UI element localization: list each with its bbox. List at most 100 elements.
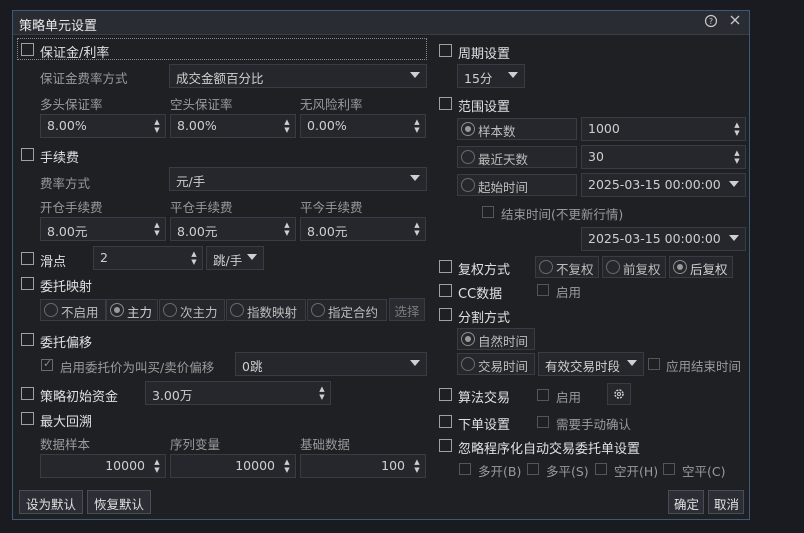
initial-capital-checkbox[interactable]	[21, 387, 34, 400]
order-map-option-1[interactable]: 主力	[106, 299, 158, 321]
order-map-option-4[interactable]: 指定合约	[307, 299, 387, 321]
ignore-option-3-checkbox[interactable]	[663, 463, 675, 475]
ignore-option-0-checkbox[interactable]	[459, 463, 471, 475]
range-days-radio[interactable]: 最近天数	[457, 146, 577, 168]
short-margin-value: 8.00%	[177, 118, 217, 133]
order-setting-checkbox[interactable]	[439, 415, 452, 428]
adjust-checkbox[interactable]	[439, 260, 452, 273]
ignore-checkbox[interactable]	[439, 439, 452, 452]
margin-method-select[interactable]: 成交金额百分比	[169, 64, 427, 88]
closetoday-fee-input[interactable]: 8.00元 ▲ ▼	[300, 217, 426, 241]
radio-icon	[461, 122, 475, 136]
cc-enable-checkbox[interactable]	[537, 284, 549, 296]
radio-icon	[539, 260, 553, 274]
set-default-button[interactable]: 设为默认	[19, 490, 83, 514]
margin-section-title: 保证金/利率	[40, 46, 110, 61]
algo-enable-checkbox[interactable]	[537, 389, 549, 401]
spinner-icon[interactable]: ▲ ▼	[153, 118, 161, 134]
order-offset-checkbox[interactable]	[21, 333, 34, 346]
range-samples-input[interactable]: 1000 ▲ ▼	[581, 117, 746, 141]
fee-checkbox[interactable]	[21, 148, 34, 161]
ignore-option-1-label: 多平(S)	[546, 464, 589, 479]
spinner-icon[interactable]: ▲ ▼	[283, 118, 291, 134]
spinner-icon[interactable]: ▲ ▼	[318, 385, 326, 401]
manual-confirm-checkbox[interactable]	[537, 416, 549, 428]
spinner-icon[interactable]: ▲ ▼	[733, 121, 741, 137]
spinner-icon[interactable]: ▲ ▼	[733, 149, 741, 165]
slippage-unit-select[interactable]: 跳/手	[206, 246, 264, 270]
algo-checkbox[interactable]	[439, 388, 452, 401]
spinner-icon[interactable]: ▲ ▼	[283, 458, 291, 474]
open-fee-input[interactable]: 8.00元 ▲ ▼	[40, 217, 166, 241]
chevron-down-icon	[627, 360, 637, 366]
max-drawdown-title: 最大回溯	[40, 415, 93, 430]
close-icon[interactable]	[727, 14, 743, 30]
gear-icon[interactable]	[607, 383, 631, 405]
order-map-checkbox[interactable]	[21, 277, 34, 290]
range-end-checkbox[interactable]	[482, 206, 494, 218]
spinner-icon[interactable]: ▲ ▼	[153, 458, 161, 474]
order-map-option-2[interactable]: 次主力	[159, 299, 225, 321]
slippage-checkbox[interactable]	[21, 252, 34, 265]
initial-capital-input[interactable]: 3.00万 ▲ ▼	[145, 381, 331, 405]
order-offset-select[interactable]: 0跳	[235, 352, 427, 376]
split-checkbox[interactable]	[439, 308, 452, 321]
closetoday-fee-value: 8.00元	[307, 224, 348, 239]
range-start-radio[interactable]: 起始时间	[457, 174, 577, 196]
order-offset-enable-checkbox[interactable]	[41, 357, 53, 371]
sample-input[interactable]: 10000 ▲ ▼	[40, 454, 166, 478]
order-map-option-label: 指定合约	[328, 305, 379, 320]
margin-method-value: 成交金额百分比	[176, 71, 264, 86]
range-end-label: 结束时间(不更新行情)	[501, 207, 624, 222]
apply-end-checkbox[interactable]	[648, 358, 660, 370]
spinner-icon[interactable]: ▲ ▼	[283, 221, 291, 237]
chevron-down-icon	[247, 254, 257, 260]
cc-checkbox[interactable]	[439, 284, 452, 297]
range-end-input[interactable]: 2025-03-15 00:00:00	[581, 227, 746, 251]
spinner-icon[interactable]: ▲ ▼	[413, 458, 421, 474]
riskfree-value: 0.00%	[307, 118, 347, 133]
long-margin-input[interactable]: 8.00% ▲ ▼	[40, 114, 166, 138]
split-trade-select[interactable]: 有效交易时段	[538, 352, 644, 376]
spinner-icon[interactable]: ▲ ▼	[413, 118, 421, 134]
riskfree-input[interactable]: 0.00% ▲ ▼	[300, 114, 426, 138]
open-fee-label: 开仓手续费	[40, 200, 103, 215]
spinner-icon[interactable]: ▲ ▼	[153, 221, 161, 237]
period-checkbox[interactable]	[439, 44, 452, 57]
order-map-option-0[interactable]: 不启用	[40, 299, 106, 321]
order-map-option-3[interactable]: 指数映射	[226, 299, 306, 321]
max-drawdown-checkbox[interactable]	[21, 412, 34, 425]
ignore-title: 忽略程序化自动交易委托单设置	[458, 442, 641, 457]
help-icon[interactable]: ?	[703, 14, 719, 30]
range-start-input[interactable]: 2025-03-15 00:00:00	[581, 173, 746, 197]
base-input[interactable]: 100 ▲ ▼	[300, 454, 426, 478]
close-fee-input[interactable]: 8.00元 ▲ ▼	[170, 217, 296, 241]
range-title: 范围设置	[458, 100, 511, 115]
spinner-icon[interactable]: ▲ ▼	[413, 221, 421, 237]
range-samples-radio[interactable]: 样本数	[457, 118, 577, 140]
margin-checkbox[interactable]	[21, 43, 34, 56]
radio-icon	[230, 303, 244, 317]
split-trade-value: 有效交易时段	[545, 359, 621, 374]
ignore-option-1-checkbox[interactable]	[527, 463, 539, 475]
fee-method-select[interactable]: 元/手	[169, 167, 427, 191]
short-margin-input[interactable]: 8.00% ▲ ▼	[170, 114, 296, 138]
spinner-icon[interactable]: ▲ ▼	[190, 250, 198, 266]
adjust-option-2[interactable]: 后复权	[669, 256, 733, 278]
split-trade-radio[interactable]: 交易时间	[457, 353, 535, 375]
range-checkbox[interactable]	[439, 97, 452, 110]
ok-button[interactable]: 确定	[668, 490, 704, 514]
ignore-option-2-checkbox[interactable]	[595, 463, 607, 475]
adjust-option-1[interactable]: 前复权	[602, 256, 666, 278]
sample-label: 数据样本	[40, 437, 91, 452]
slippage-input[interactable]: 2 ▲ ▼	[93, 246, 203, 270]
order-map-select-button[interactable]: 选择	[389, 298, 425, 321]
restore-default-button[interactable]: 恢复默认	[87, 490, 151, 514]
series-input[interactable]: 10000 ▲ ▼	[170, 454, 296, 478]
split-natural-radio[interactable]: 自然时间	[457, 328, 535, 350]
adjust-option-0[interactable]: 不复权	[535, 256, 599, 278]
order-map-title: 委托映射	[40, 280, 93, 295]
period-select[interactable]: 15分	[457, 64, 525, 88]
cancel-button[interactable]: 取消	[708, 490, 744, 514]
range-days-input[interactable]: 30 ▲ ▼	[581, 145, 746, 169]
